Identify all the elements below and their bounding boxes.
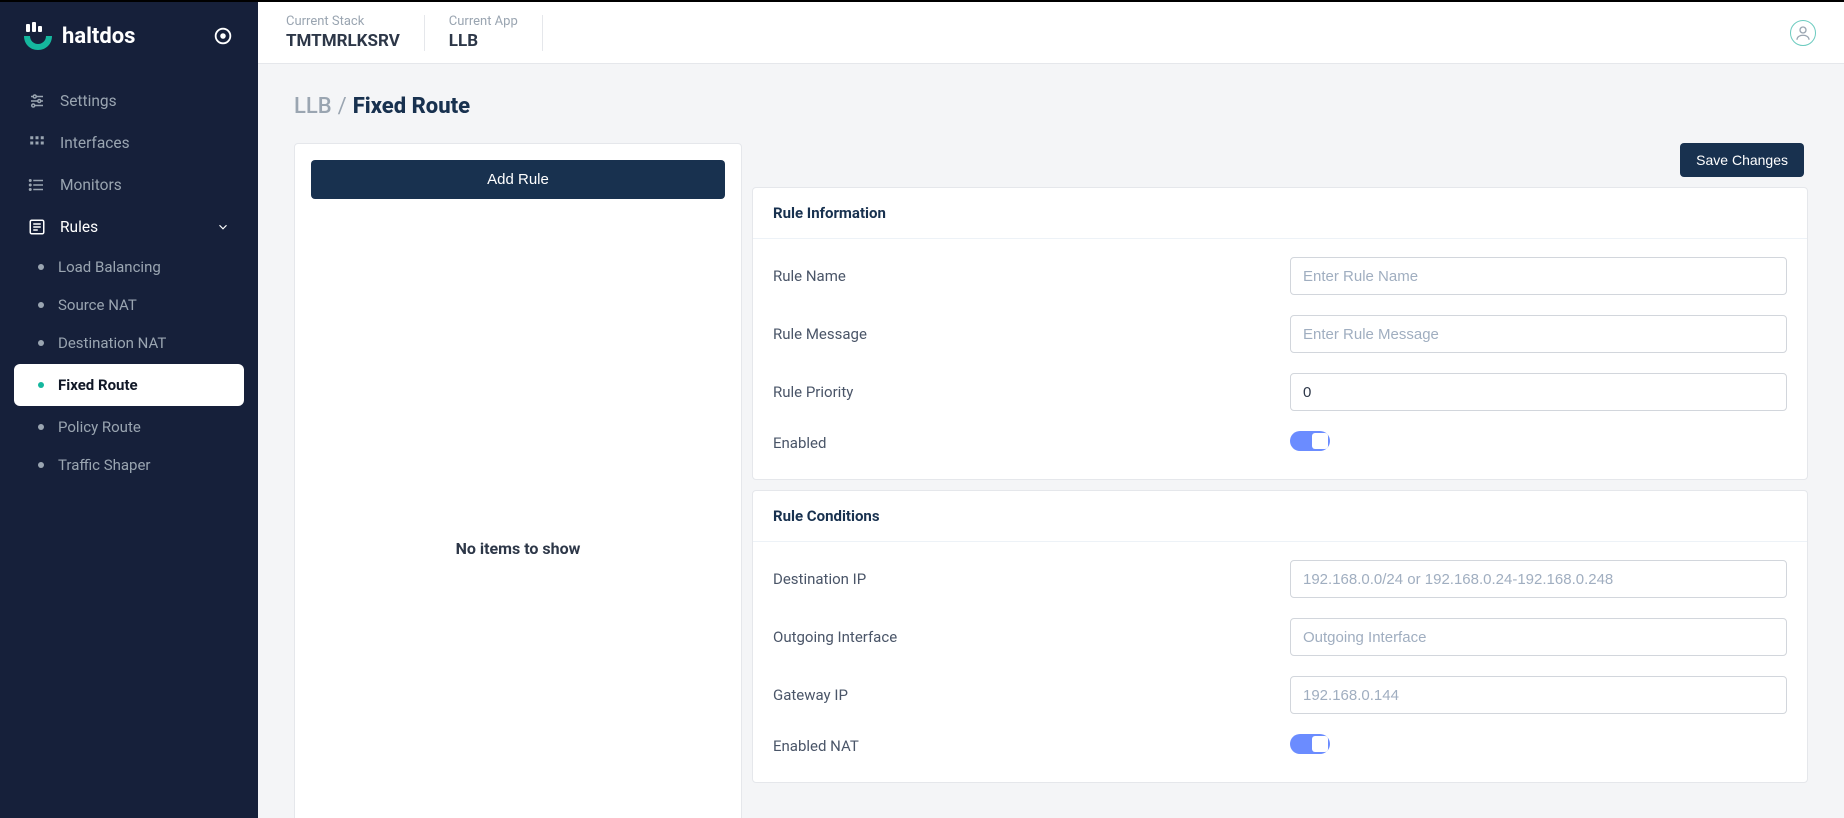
section-title: Rule Information [753, 188, 1807, 239]
main: Current Stack TMTMRLKSRV Current App LLB… [258, 2, 1844, 818]
rule-conditions-panel: Rule Conditions Destination IP Outgoing … [752, 490, 1808, 783]
row-gateway-ip: Gateway IP [753, 666, 1807, 724]
sidebar-item-label: Settings [60, 92, 117, 110]
row-outgoing-interface: Outgoing Interface [753, 608, 1807, 666]
sidebar-item-settings[interactable]: Settings [0, 80, 258, 122]
input-outgoing-interface[interactable] [1290, 618, 1787, 656]
form-body: Rule Name Rule Message Rule Priority [753, 239, 1807, 479]
section-title: Rule Conditions [753, 491, 1807, 542]
sidebar-header: haltdos [0, 2, 258, 74]
toggle-knob [1312, 736, 1328, 752]
row-enabled-nat: Enabled NAT [753, 724, 1807, 768]
row-destination-ip: Destination IP [753, 550, 1807, 608]
brand-name: haltdos [62, 24, 135, 49]
input-rule-priority[interactable] [1290, 373, 1787, 411]
sidebar-item-label: Interfaces [60, 134, 130, 152]
sidebar-subitem-destination-nat[interactable]: Destination NAT [0, 324, 258, 362]
bullet-icon [38, 424, 44, 430]
empty-state-text: No items to show [311, 539, 725, 558]
sidebar-item-label: Monitors [60, 176, 122, 194]
bullet-icon [38, 302, 44, 308]
sidebar-item-label: Source NAT [58, 296, 137, 314]
row-rule-message: Rule Message [753, 305, 1807, 363]
sidebar-item-rules[interactable]: Rules [0, 206, 258, 248]
sidebar-subitem-fixed-route[interactable]: Fixed Route [14, 364, 244, 406]
breadcrumb: LLB/Fixed Route [294, 94, 1808, 119]
toggle-enabled[interactable] [1290, 431, 1330, 451]
toggle-enabled-nat[interactable] [1290, 734, 1330, 754]
sidebar-nav: Settings Interfaces Monitors Rules [0, 74, 258, 488]
sidebar-item-label: Rules [60, 218, 98, 236]
breadcrumb-parent[interactable]: LLB [294, 94, 332, 119]
sliders-icon [28, 92, 46, 110]
actions-row: Save Changes [752, 143, 1808, 177]
logo[interactable]: haltdos [24, 22, 135, 50]
sidebar-item-label: Load Balancing [58, 258, 161, 276]
input-rule-name[interactable] [1290, 257, 1787, 295]
sidebar-subitem-source-nat[interactable]: Source NAT [0, 286, 258, 324]
label-outgoing-interface: Outgoing Interface [773, 628, 1270, 646]
bullet-icon [38, 264, 44, 270]
label-rule-message: Rule Message [773, 325, 1270, 343]
crumb-value: TMTMRLKSRV [286, 31, 400, 51]
bullet-icon [38, 462, 44, 468]
breadcrumb-separator: / [332, 94, 353, 119]
topbar: Current Stack TMTMRLKSRV Current App LLB [258, 2, 1844, 64]
label-rule-name: Rule Name [773, 267, 1270, 285]
target-icon[interactable] [212, 25, 234, 47]
grid-icon [28, 134, 46, 152]
add-rule-button[interactable]: Add Rule [311, 160, 725, 199]
sidebar-item-monitors[interactable]: Monitors [0, 164, 258, 206]
user-avatar[interactable] [1790, 20, 1816, 46]
save-changes-button[interactable]: Save Changes [1680, 143, 1804, 177]
row-enabled: Enabled [753, 421, 1807, 465]
layout-grid: Add Rule No items to show Save Changes R… [294, 143, 1808, 818]
sidebar-item-label: Policy Route [58, 418, 141, 436]
label-rule-priority: Rule Priority [773, 383, 1270, 401]
crumb-stack[interactable]: Current Stack TMTMRLKSRV [286, 14, 400, 52]
rules-icon [28, 218, 46, 236]
crumb-app[interactable]: Current App LLB [449, 14, 518, 52]
toggle-knob [1312, 433, 1328, 449]
label-gateway-ip: Gateway IP [773, 686, 1270, 704]
row-rule-name: Rule Name [753, 247, 1807, 305]
form-body: Destination IP Outgoing Interface Gatewa… [753, 542, 1807, 782]
app-root: haltdos Settings Interfaces [0, 0, 1844, 818]
logo-icon [24, 22, 52, 50]
input-gateway-ip[interactable] [1290, 676, 1787, 714]
sidebar-subitem-load-balancing[interactable]: Load Balancing [0, 248, 258, 286]
sidebar-item-label: Traffic Shaper [58, 456, 151, 474]
divider [424, 15, 425, 51]
label-enabled: Enabled [773, 434, 1270, 452]
sidebar: haltdos Settings Interfaces [0, 2, 258, 818]
sidebar-subitem-policy-route[interactable]: Policy Route [0, 408, 258, 446]
sidebar-subnav-rules: Load Balancing Source NAT Destination NA… [0, 248, 258, 488]
input-rule-message[interactable] [1290, 315, 1787, 353]
page-title: Fixed Route [353, 94, 470, 119]
crumb-label: Current Stack [286, 14, 400, 30]
rule-information-panel: Rule Information Rule Name Rule Message [752, 187, 1808, 480]
rules-list-panel: Add Rule No items to show [294, 143, 742, 818]
content: LLB/Fixed Route Add Rule No items to sho… [258, 64, 1844, 818]
crumb-label: Current App [449, 14, 518, 30]
list-icon [28, 176, 46, 194]
label-destination-ip: Destination IP [773, 570, 1270, 588]
bullet-icon [38, 382, 44, 388]
chevron-down-icon [216, 220, 230, 234]
right-column: Save Changes Rule Information Rule Name … [752, 143, 1808, 783]
sidebar-item-label: Destination NAT [58, 334, 166, 352]
sidebar-item-interfaces[interactable]: Interfaces [0, 122, 258, 164]
sidebar-subitem-traffic-shaper[interactable]: Traffic Shaper [0, 446, 258, 484]
divider [542, 15, 543, 51]
sidebar-item-label: Fixed Route [58, 376, 138, 394]
input-destination-ip[interactable] [1290, 560, 1787, 598]
crumb-value: LLB [449, 31, 518, 51]
bullet-icon [38, 340, 44, 346]
label-enabled-nat: Enabled NAT [773, 737, 1270, 755]
row-rule-priority: Rule Priority [753, 363, 1807, 421]
